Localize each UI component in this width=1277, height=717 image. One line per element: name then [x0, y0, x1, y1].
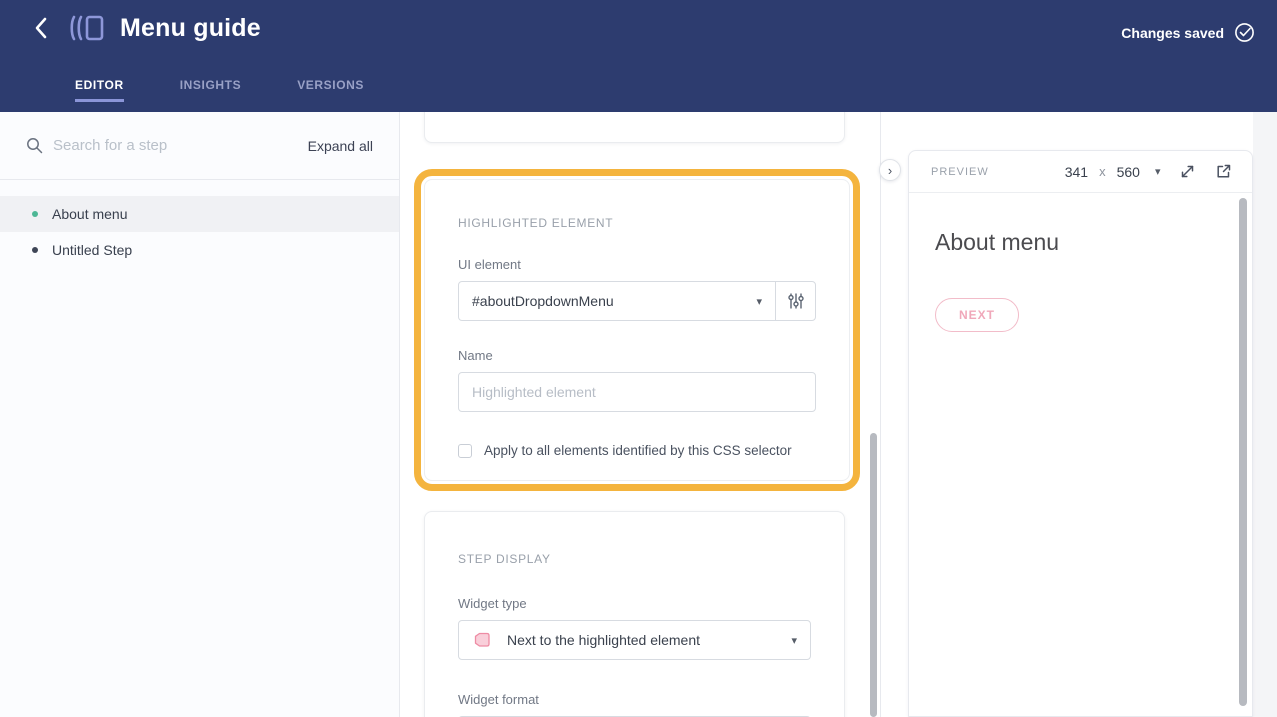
apply-all-checkbox[interactable]: [458, 444, 472, 458]
back-button[interactable]: [26, 13, 54, 43]
element-name-input[interactable]: [458, 372, 816, 412]
section-title: STEP DISPLAY: [458, 552, 811, 566]
tab-versions[interactable]: VERSIONS: [297, 62, 364, 102]
expand-preview-button[interactable]: [1179, 163, 1196, 180]
ui-element-value: #aboutDropdownMenu: [472, 293, 756, 309]
step-item-label: Untitled Step: [52, 242, 132, 258]
apply-all-row: Apply to all elements identified by this…: [458, 443, 816, 458]
widget-bubble-icon: [472, 630, 492, 650]
right-margin-strip: [1253, 112, 1277, 717]
preview-next-button[interactable]: NEXT: [935, 298, 1019, 332]
app-header: Menu guide Changes saved EDITOR INSIGHTS…: [0, 0, 1277, 112]
preview-title: PREVIEW: [931, 166, 989, 178]
highlighted-element-ring: HIGHLIGHTED ELEMENT UI element #aboutDro…: [414, 169, 860, 491]
widget-type-select[interactable]: Next to the highlighted element ▾: [458, 620, 811, 660]
step-search-row: Expand all: [0, 112, 399, 180]
tab-insights[interactable]: INSIGHTS: [180, 62, 241, 102]
selector-settings-button[interactable]: [775, 282, 815, 320]
step-status-dot: [32, 211, 38, 217]
header-tabs: EDITOR INSIGHTS VERSIONS: [75, 62, 364, 102]
step-display-card: STEP DISPLAY Widget type Next to the hig…: [424, 511, 845, 717]
page-title: Menu guide: [120, 14, 261, 43]
back-chevron-icon: [34, 17, 47, 39]
preview-step-title: About menu: [935, 229, 1252, 256]
search-icon: [26, 137, 43, 154]
preview-header: PREVIEW 341 x 560 ▾: [909, 151, 1252, 193]
sliders-icon: [788, 292, 804, 310]
preview-region: › PREVIEW 341 x 560 ▾: [881, 112, 1277, 717]
ui-element-select[interactable]: #aboutDropdownMenu ▾: [459, 282, 775, 320]
step-item-untitled-step[interactable]: Untitled Step: [0, 232, 399, 268]
tab-editor[interactable]: EDITOR: [75, 62, 124, 102]
preview-scrollbar[interactable]: [1239, 198, 1247, 706]
step-list: About menu Untitled Step: [0, 196, 399, 268]
collapse-preview-button[interactable]: ›: [879, 159, 901, 181]
editor-scrollbar[interactable]: [870, 433, 877, 717]
preview-height-value: 560: [1117, 164, 1140, 180]
step-status-dot: [32, 247, 38, 253]
preview-panel: PREVIEW 341 x 560 ▾: [908, 150, 1253, 717]
expand-all-link[interactable]: Expand all: [308, 138, 373, 154]
previous-settings-card: [424, 112, 845, 143]
step-item-about-menu[interactable]: About menu: [0, 196, 399, 232]
widget-format-label: Widget format: [458, 692, 811, 707]
step-item-label: About menu: [52, 206, 128, 222]
step-editor-panel: HIGHLIGHTED ELEMENT UI element #aboutDro…: [400, 112, 881, 717]
name-label: Name: [458, 348, 816, 363]
external-link-icon: [1215, 163, 1232, 180]
check-circle-icon: [1234, 22, 1255, 43]
apply-all-label: Apply to all elements identified by this…: [484, 443, 792, 458]
preview-size-select[interactable]: 341 x 560 ▾: [1065, 164, 1161, 180]
search-input[interactable]: [53, 137, 308, 154]
chevron-down-icon: ▾: [1155, 165, 1161, 178]
size-separator: x: [1099, 164, 1106, 179]
highlighted-element-card: HIGHLIGHTED ELEMENT UI element #aboutDro…: [424, 179, 850, 481]
preview-width-value: 341: [1065, 164, 1088, 180]
chevron-right-icon: ›: [888, 164, 892, 177]
expand-arrows-icon: [1179, 163, 1196, 180]
widget-type-label: Widget type: [458, 596, 811, 611]
changes-saved-label: Changes saved: [1121, 25, 1224, 41]
changes-saved-status: Changes saved: [1121, 22, 1255, 43]
ui-element-combo: #aboutDropdownMenu ▾: [458, 281, 816, 321]
steps-sidebar: Expand all About menu Untitled Step: [0, 112, 400, 717]
ui-element-label: UI element: [458, 257, 816, 272]
chevron-down-icon: ▾: [756, 295, 762, 308]
chevron-down-icon: ▾: [791, 634, 797, 647]
widget-type-value: Next to the highlighted element: [507, 632, 791, 648]
guide-logo-icon: [66, 11, 106, 45]
section-title: HIGHLIGHTED ELEMENT: [458, 216, 816, 230]
open-in-new-tab-button[interactable]: [1215, 163, 1232, 180]
